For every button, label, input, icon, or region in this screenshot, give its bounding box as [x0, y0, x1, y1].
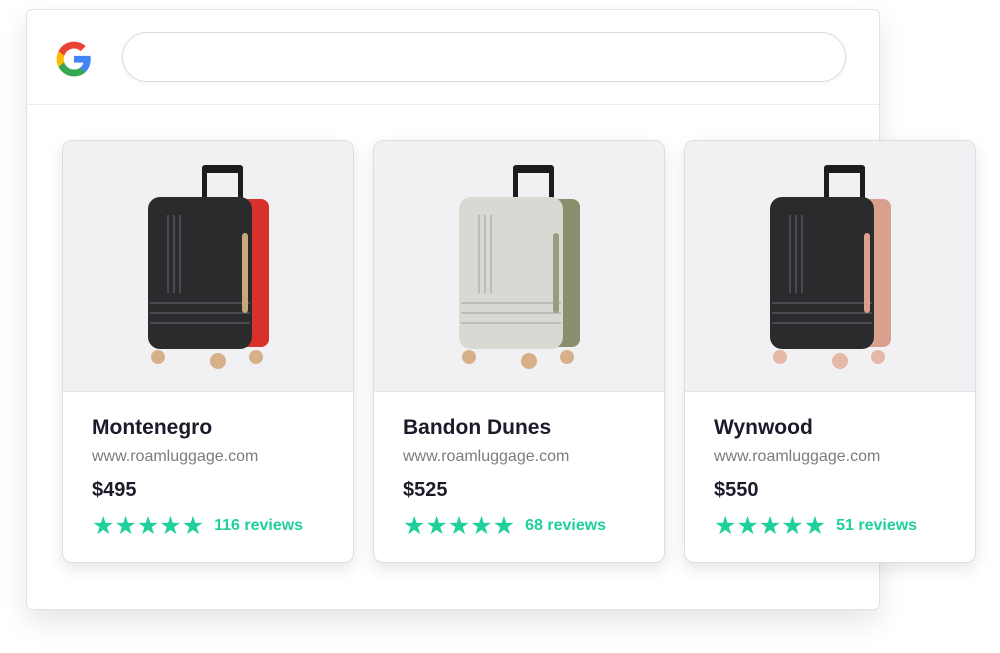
product-url: www.roamluggage.com [714, 448, 881, 465]
product-image [63, 141, 353, 392]
product-card-bandon-dunes[interactable]: Bandon Dunes www.roamluggage.com $525 ★ … [373, 140, 665, 563]
star-rating: ★ ★ ★ ★ ★ [92, 513, 204, 539]
search-input[interactable] [122, 32, 846, 82]
suitcase-icon [148, 165, 269, 369]
star-icon: ★ [181, 512, 205, 540]
product-price: $550 [714, 479, 759, 501]
search-header [27, 10, 879, 105]
product-price: $525 [403, 479, 448, 501]
star-rating: ★ ★ ★ ★ ★ [714, 513, 826, 539]
review-count-link[interactable]: 68 reviews [525, 517, 606, 535]
product-card-montenegro[interactable]: Montenegro www.roamluggage.com $495 ★ ★ … [62, 140, 354, 563]
star-icon: ★ [425, 512, 448, 540]
star-icon: ★ [492, 512, 516, 540]
star-icon: ★ [159, 512, 182, 540]
product-image [685, 141, 975, 392]
product-url: www.roamluggage.com [92, 448, 259, 465]
star-icon: ★ [758, 512, 782, 540]
product-name[interactable]: Wynwood [714, 416, 813, 440]
star-icon: ★ [92, 512, 115, 540]
product-name[interactable]: Montenegro [92, 416, 212, 440]
star-rating: ★ ★ ★ ★ ★ [403, 513, 515, 539]
suitcase-icon [459, 165, 580, 369]
star-icon: ★ [136, 512, 160, 540]
product-price: $495 [92, 479, 137, 501]
google-logo-icon [55, 40, 93, 78]
product-rating: ★ ★ ★ ★ ★ 51 reviews [714, 513, 917, 539]
star-icon: ★ [403, 512, 426, 540]
product-rating: ★ ★ ★ ★ ★ 116 reviews [92, 513, 303, 539]
product-image [374, 141, 664, 392]
star-icon: ★ [470, 512, 493, 540]
suitcase-icon [770, 165, 891, 369]
product-rating: ★ ★ ★ ★ ★ 68 reviews [403, 513, 606, 539]
review-count-link[interactable]: 51 reviews [836, 517, 917, 535]
product-url: www.roamluggage.com [403, 448, 570, 465]
star-icon: ★ [114, 512, 137, 540]
product-name[interactable]: Bandon Dunes [403, 416, 551, 440]
star-icon: ★ [736, 512, 759, 540]
product-card-wynwood[interactable]: Wynwood www.roamluggage.com $550 ★ ★ ★ ★… [684, 140, 976, 563]
star-icon: ★ [803, 512, 827, 540]
star-icon: ★ [714, 512, 737, 540]
star-icon: ★ [447, 512, 471, 540]
review-count-link[interactable]: 116 reviews [214, 517, 303, 535]
star-icon: ★ [781, 512, 804, 540]
